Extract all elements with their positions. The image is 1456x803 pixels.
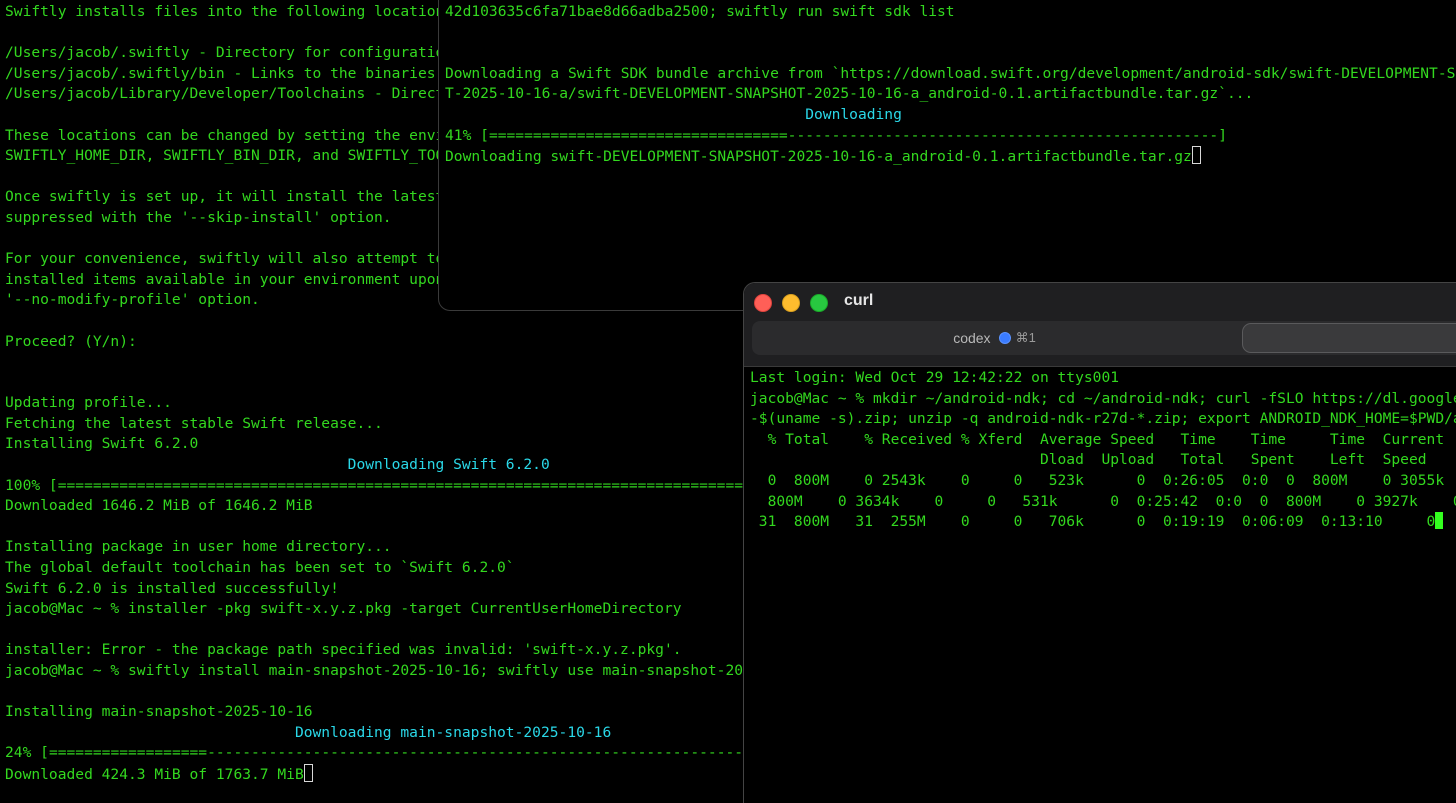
- terminal-line: Fetching the latest stable Swift release…: [5, 414, 383, 432]
- cursor-icon: [303, 763, 313, 782]
- terminal-line: Installing package in user home director…: [5, 538, 392, 556]
- progress-bar-sdk: 41% [==================================-…: [445, 126, 1227, 144]
- window-title: curl: [844, 292, 874, 309]
- cursor-icon: [1191, 146, 1201, 165]
- terminal-line: Downloaded 1646.2 MiB of 1646.2 MiB: [5, 497, 313, 515]
- terminal-line: T-2025-10-16-a/swift-DEVELOPMENT-SNAPSHO…: [445, 85, 1254, 103]
- terminal-line: Downloading a Swift SDK bundle archive f…: [445, 64, 1456, 82]
- terminal-line: jacob@Mac ~ % mkdir ~/android-ndk; cd ~/…: [750, 389, 1456, 407]
- download-heading-sdk: Downloading: [445, 105, 902, 123]
- tab-label: codex: [953, 330, 991, 346]
- minimize-window-button[interactable]: [782, 294, 800, 312]
- terminal-lines: Last login: Wed Oct 29 12:42:22 on ttys0…: [750, 368, 1456, 512]
- terminal-line: 42d103635c6fa71bae8d66adba2500; swiftly …: [445, 3, 955, 20]
- progress-bar-swift: 100% [==================================…: [5, 476, 745, 494]
- terminal-line: installer: Error - the package path spec…: [5, 641, 682, 659]
- terminal-line: Last login: Wed Oct 29 12:42:22 on ttys0…: [750, 369, 1120, 386]
- terminal-line: Dload Upload Total Spent Left Speed: [750, 451, 1427, 469]
- terminal-last-line: Downloading swift-DEVELOPMENT-SNAPSHOT-2…: [445, 146, 1456, 168]
- terminal-line: Installing main-snapshot-2025-10-16: [5, 703, 313, 721]
- terminal-lines: 42d103635c6fa71bae8d66adba2500; swiftly …: [445, 2, 1456, 105]
- download-heading-snapshot: Downloading main-snapshot-2025-10-16: [5, 723, 612, 741]
- title-bar[interactable]: curl codex ⌘1: [744, 283, 1456, 367]
- activity-dot-icon: [998, 332, 1011, 344]
- terminal-line: Installing Swift 6.2.0: [5, 435, 199, 453]
- maximize-window-button[interactable]: [810, 294, 828, 312]
- terminal-line: 0 800M 0 2543k 0 0 523k 0 0:26:05 0:0 0 …: [750, 471, 1456, 489]
- terminal-line: jacob@Mac ~ % installer -pkg swift-x.y.z…: [5, 600, 682, 618]
- tab-bar: codex ⌘1: [752, 321, 1456, 355]
- tab-shortcut: ⌘1: [1015, 330, 1036, 345]
- download-heading-swift: Downloading Swift 6.2.0: [5, 456, 550, 474]
- tab-codex[interactable]: codex ⌘1: [752, 321, 1237, 355]
- terminal-line: 800M 0 3634k 0 0 531k 0 0:25:42 0:0 0 80…: [750, 492, 1456, 510]
- tab-curl[interactable]: [1242, 323, 1456, 353]
- terminal-line: Swift 6.2.0 is installed successfully!: [5, 579, 339, 597]
- terminal-line: jacob@Mac ~ % swiftly install main-snaps…: [5, 662, 745, 679]
- progress-bar-snapshot: 24% [==================-----------------…: [5, 744, 745, 762]
- terminal-line: % Total % Received % Xferd Average Speed…: [750, 430, 1445, 448]
- terminal-line: Proceed? (Y/n):: [5, 332, 137, 350]
- terminal-output: Last login: Wed Oct 29 12:42:22 on ttys0…: [750, 368, 1456, 533]
- terminal-window-sdk[interactable]: 42d103635c6fa71bae8d66adba2500; swiftly …: [438, 0, 1456, 311]
- cursor-icon: [1435, 512, 1444, 530]
- terminal-line: The global default toolchain has been se…: [5, 559, 515, 577]
- terminal-last-line: 31 800M 31 255M 0 0 706k 0 0:19:19 0:06:…: [750, 512, 1456, 533]
- terminal-lines-2: Downloaded 1646.2 MiB of 1646.2 MiB Inst…: [5, 496, 745, 723]
- terminal-output: 42d103635c6fa71bae8d66adba2500; swiftly …: [445, 2, 1456, 168]
- close-window-button[interactable]: [754, 294, 772, 312]
- terminal-line: Updating profile...: [5, 394, 172, 412]
- terminal-window-curl[interactable]: curl codex ⌘1 Last login: Wed Oct 29 12:…: [743, 282, 1456, 803]
- terminal-last-line: Downloaded 424.3 MiB of 1763.7 MiB: [5, 763, 745, 783]
- terminal-line: -$(uname -s).zip; unzip -q android-ndk-r…: [750, 410, 1456, 428]
